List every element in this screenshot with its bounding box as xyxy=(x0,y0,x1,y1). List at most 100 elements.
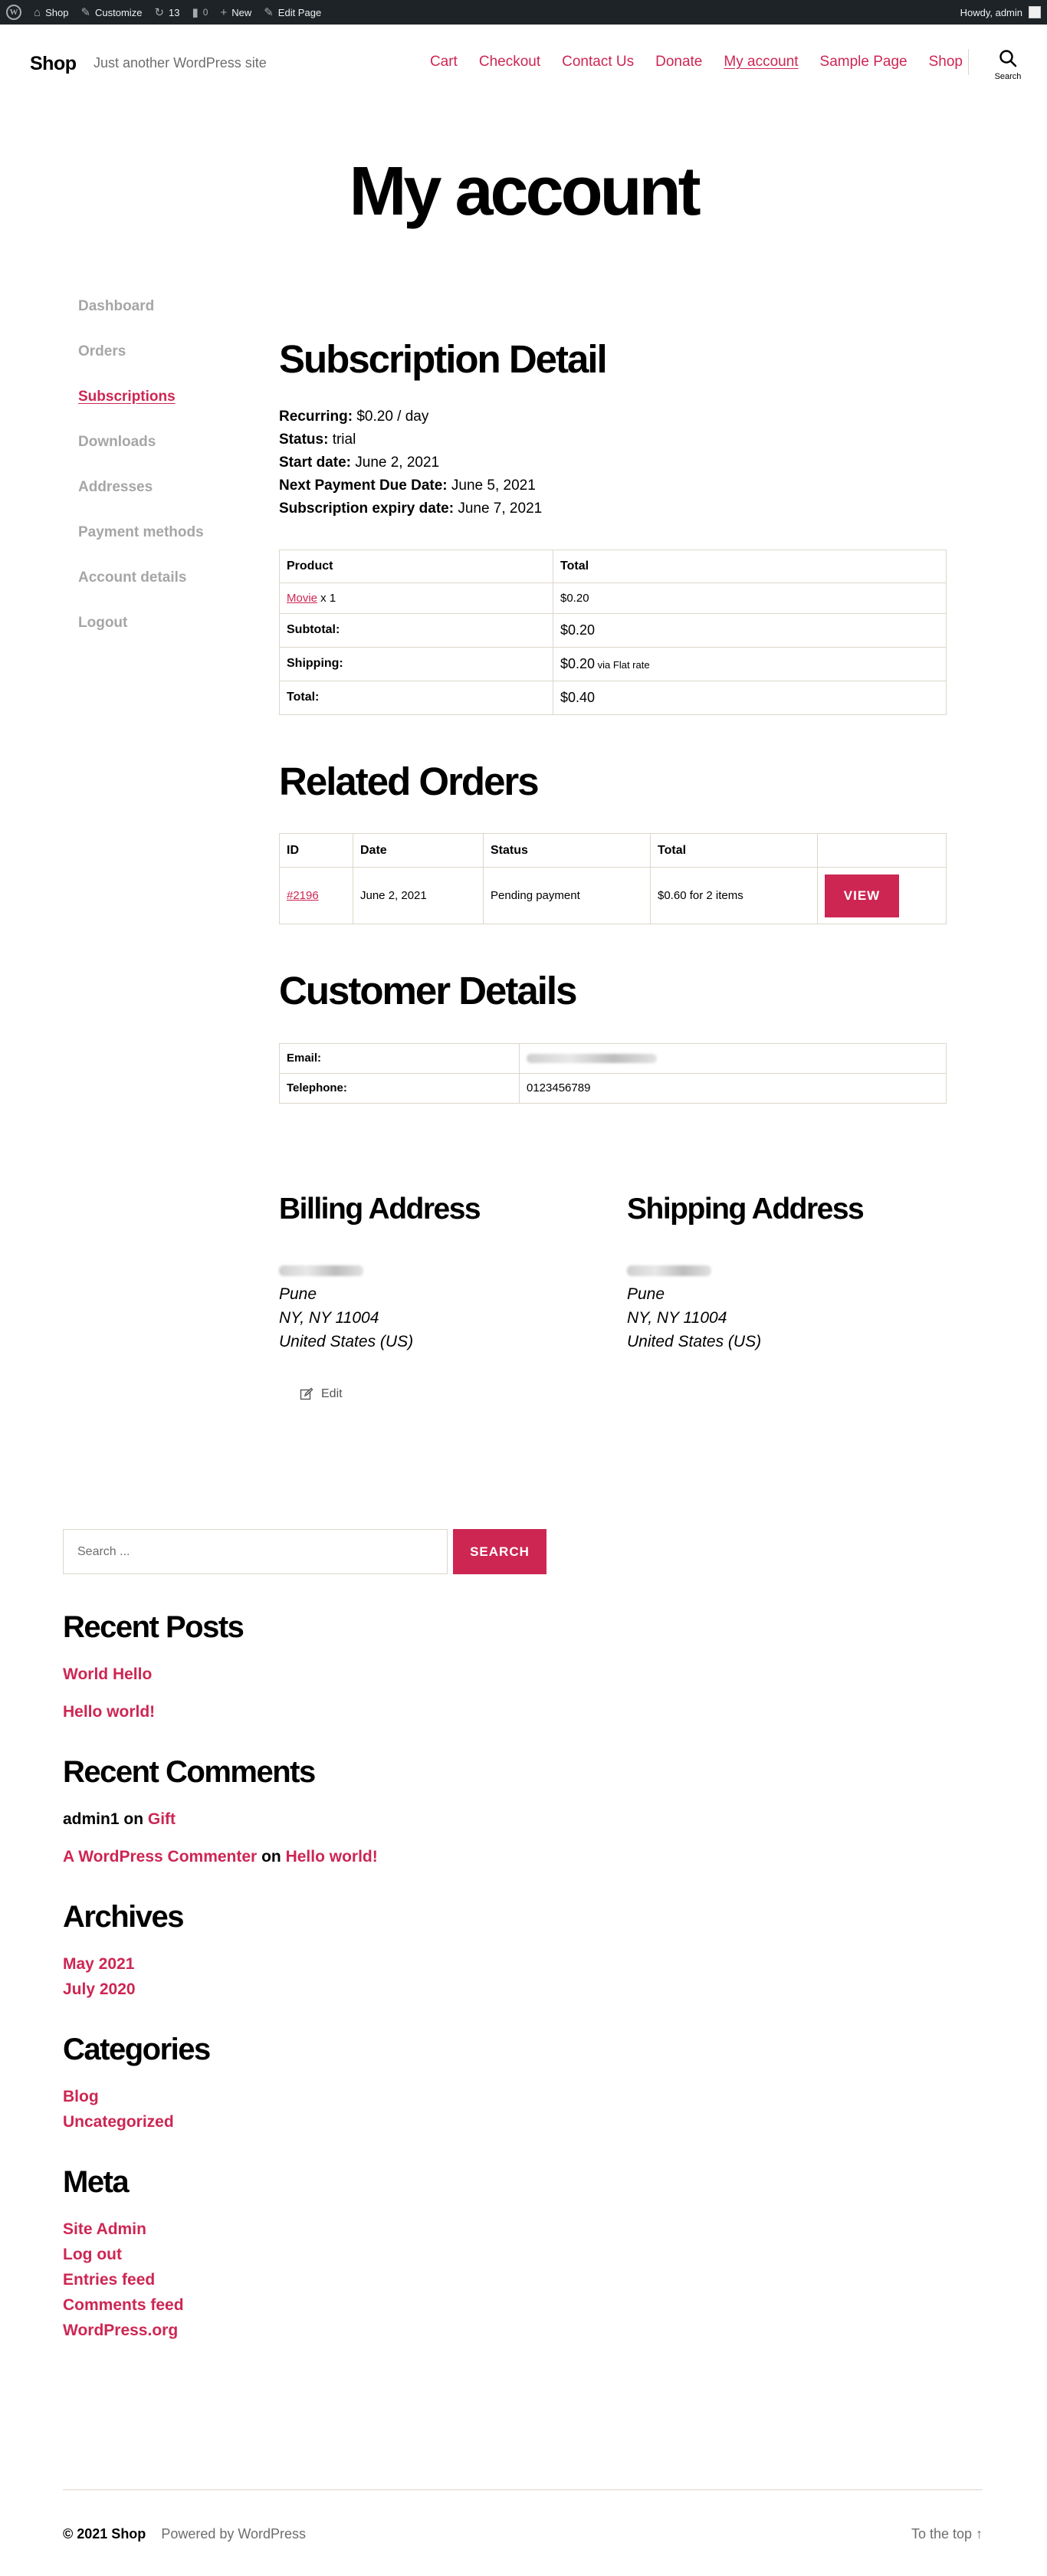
shipping-method: via Flat rate xyxy=(595,658,650,671)
shipping-cell: $0.20 via Flat rate xyxy=(553,646,947,681)
email-label: Email: xyxy=(279,1042,520,1074)
wordpress-menu[interactable]: W xyxy=(0,0,28,25)
wordpress-logo-icon: W xyxy=(6,5,21,20)
view-order-button[interactable]: VIEW xyxy=(825,874,899,917)
admin-bar-edit-page[interactable]: ✎ Edit Page xyxy=(258,0,327,25)
admin-bar-customize[interactable]: ✎ Customize xyxy=(74,0,148,25)
customer-details-table: Email: Telephone: 0123456789 xyxy=(279,1042,947,1104)
table-row: Movie x 1 $0.20 xyxy=(279,582,947,614)
shipping-country: United States (US) xyxy=(627,1332,762,1350)
redacted-name xyxy=(627,1265,711,1277)
billing-address-heading: Billing Address xyxy=(279,1193,481,1226)
comment-post-link[interactable]: Gift xyxy=(148,1810,176,1828)
nav-sample-page[interactable]: Sample Page xyxy=(820,54,908,71)
shipping-state-line: NY, NY 11004 xyxy=(627,1308,727,1327)
shipping-label: Shipping: xyxy=(279,646,553,681)
comment-author: admin1 xyxy=(63,1810,120,1828)
meta-link-wordpress-org[interactable]: WordPress.org xyxy=(63,2322,983,2340)
order-actions-cell: VIEW xyxy=(817,867,947,925)
meta-expiry-date: Subscription expiry date: June 7, 2021 xyxy=(279,500,543,517)
search-button[interactable]: SEARCH xyxy=(453,1529,546,1574)
account-navigation: Dashboard Orders Subscriptions Downloads… xyxy=(78,297,254,659)
table-row: #2196 June 2, 2021 Pending payment $0.60… xyxy=(279,867,947,925)
admin-bar-howdy: Howdy, admin xyxy=(960,6,1022,18)
category-link[interactable]: Blog xyxy=(63,2088,983,2106)
admin-bar: W ⌂ Shop ✎ Customize ↻ 13 ▮ 0 + New ✎ Ed… xyxy=(0,0,1047,25)
meta-recurring: Recurring: $0.20 / day xyxy=(279,408,429,425)
column-header-product: Product xyxy=(279,549,553,583)
recent-post-link[interactable]: Hello world! xyxy=(63,1703,983,1721)
table-row: Email: xyxy=(279,1042,947,1074)
account-nav-dashboard[interactable]: Dashboard xyxy=(78,297,254,343)
admin-bar-edit-page-label: Edit Page xyxy=(277,6,322,18)
account-nav-downloads[interactable]: Downloads xyxy=(78,433,254,478)
order-date: June 2, 2021 xyxy=(353,867,484,925)
primary-nav: Cart Checkout Contact Us Donate My accou… xyxy=(409,54,963,71)
avatar xyxy=(1029,6,1041,18)
redacted-email xyxy=(527,1054,657,1064)
meta-title: Meta xyxy=(63,2165,130,2199)
table-row: Subtotal: $0.20 xyxy=(279,612,947,648)
admin-bar-customize-label: Customize xyxy=(95,6,143,18)
footer-credits: © 2021 Shop Powered by WordPress xyxy=(63,2526,306,2542)
nav-checkout[interactable]: Checkout xyxy=(479,54,540,71)
account-nav-subscriptions[interactable]: Subscriptions xyxy=(78,388,254,433)
archives-title: Archives xyxy=(63,1900,184,1934)
product-qty: x 1 xyxy=(317,591,336,605)
account-nav-payment-methods[interactable]: Payment methods xyxy=(78,523,254,569)
archive-link[interactable]: May 2021 xyxy=(63,1955,983,1974)
account-nav-orders[interactable]: Orders xyxy=(78,343,254,388)
nav-donate[interactable]: Donate xyxy=(655,54,702,71)
related-orders-table: ID Date Status Total #2196 June 2, 2021 … xyxy=(279,833,947,925)
account-nav-account-details[interactable]: Account details xyxy=(78,569,254,614)
column-header-total: Total xyxy=(650,833,818,868)
admin-bar-comments[interactable]: ▮ 0 xyxy=(185,0,214,25)
search-input[interactable]: Search ... xyxy=(63,1529,448,1574)
comment-on: on xyxy=(119,1810,148,1828)
search-icon xyxy=(999,50,1017,67)
admin-bar-updates[interactable]: ↻ 13 xyxy=(148,0,185,25)
categories-title: Categories xyxy=(63,2033,211,2066)
customer-details-heading: Customer Details xyxy=(279,969,577,1013)
order-id-link[interactable]: #2196 xyxy=(287,889,319,902)
redacted-name xyxy=(279,1265,363,1277)
nav-cart[interactable]: Cart xyxy=(430,54,458,71)
comment-post-link[interactable]: Hello world! xyxy=(286,1848,378,1866)
footer-copyright[interactable]: © 2021 Shop xyxy=(63,2526,146,2542)
nav-my-account[interactable]: My account xyxy=(724,54,798,71)
recent-post-link[interactable]: World Hello xyxy=(63,1665,983,1684)
page-title: My account xyxy=(349,153,701,230)
site-title[interactable]: Shop xyxy=(30,53,77,75)
edit-page-link[interactable]: Edit xyxy=(300,1387,343,1401)
category-link[interactable]: Uncategorized xyxy=(63,2113,983,2131)
admin-bar-account[interactable]: Howdy, admin xyxy=(960,6,1047,18)
meta-next-payment: Next Payment Due Date: June 5, 2021 xyxy=(279,477,536,494)
meta-link-site-admin[interactable]: Site Admin xyxy=(63,2220,983,2239)
admin-bar-site[interactable]: ⌂ Shop xyxy=(28,0,74,25)
updates-icon: ↻ xyxy=(154,5,165,19)
table-row: Total: $0.40 xyxy=(279,680,947,715)
billing-city: Pune xyxy=(279,1285,317,1303)
account-nav-addresses[interactable]: Addresses xyxy=(78,478,254,523)
to-the-top-link[interactable]: To the top ↑ xyxy=(911,2526,983,2542)
shipping-address-lines: Pune NY, NY 11004 United States (US) xyxy=(627,1258,863,1354)
meta-link-comments-feed[interactable]: Comments feed xyxy=(63,2296,983,2315)
archive-link[interactable]: July 2020 xyxy=(63,1980,983,1999)
nav-contact-us[interactable]: Contact Us xyxy=(562,54,634,71)
meta-link-entries-feed[interactable]: Entries feed xyxy=(63,2271,983,2289)
total-label: Total: xyxy=(279,680,553,715)
billing-name-redacted xyxy=(279,1258,480,1282)
meta-link-log-out[interactable]: Log out xyxy=(63,2246,983,2264)
comment-author-link[interactable]: A WordPress Commenter xyxy=(63,1848,257,1866)
footer-powered-by[interactable]: Powered by WordPress xyxy=(161,2526,306,2542)
admin-bar-new[interactable]: + New xyxy=(214,0,258,25)
shipping-address: Shipping Address Pune NY, NY 11004 Unite… xyxy=(627,1192,865,1354)
search-toggle-button[interactable]: Search xyxy=(991,49,1025,81)
nav-shop[interactable]: Shop xyxy=(929,54,963,71)
subtotal-label: Subtotal: xyxy=(279,612,553,648)
plus-icon: + xyxy=(220,5,228,19)
product-link[interactable]: Movie xyxy=(287,592,317,605)
account-nav-logout[interactable]: Logout xyxy=(78,614,254,659)
order-total: $0.60 for 2 items xyxy=(650,867,818,925)
recent-comment-item: admin1 on Gift xyxy=(63,1810,983,1829)
